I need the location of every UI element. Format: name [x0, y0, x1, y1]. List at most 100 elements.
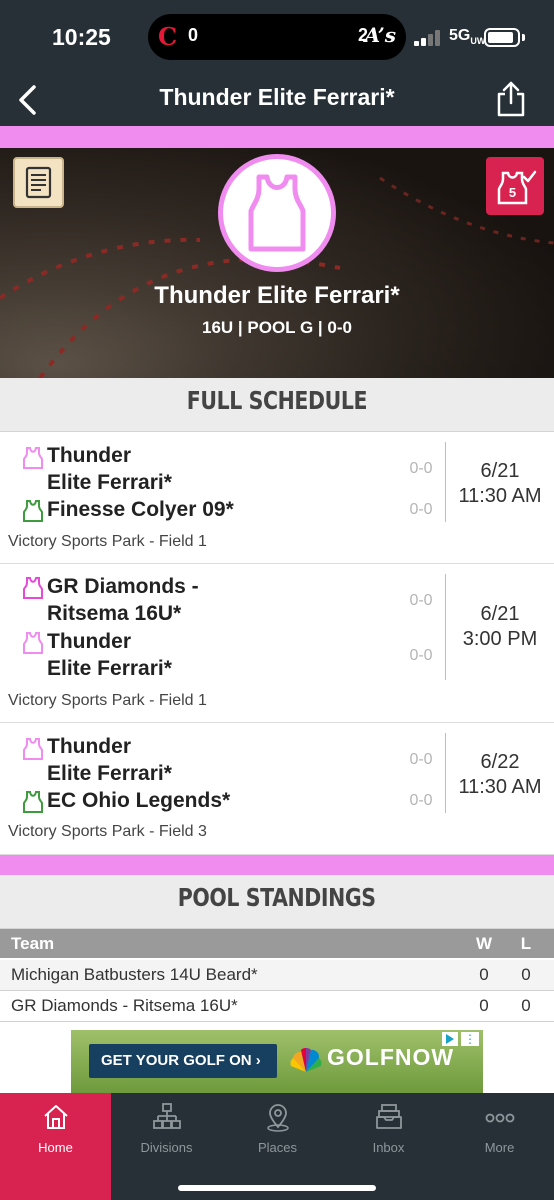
hero-team-details: 16U | POOL G | 0-0: [202, 318, 352, 337]
team-name[interactable]: Finesse Colyer 09*: [47, 496, 377, 523]
status-time: 10:25: [52, 24, 111, 50]
game-time: 3:00 PM: [462, 628, 538, 650]
places-icon: [267, 1104, 289, 1132]
team-badge-button[interactable]: 5: [486, 157, 544, 215]
game-venue[interactable]: Victory Sports Park - Field 3: [8, 823, 207, 841]
tab-divisions[interactable]: Divisions: [111, 1093, 222, 1200]
notes-button[interactable]: [13, 157, 64, 208]
battery-tip: [522, 34, 525, 41]
tab-label: Inbox: [372, 1140, 405, 1155]
notes-icon: [25, 166, 52, 199]
ad-banner[interactable]: GET YOUR GOLF ON › GOLFNOW ⋮: [71, 1030, 483, 1093]
inbox-icon: [376, 1104, 402, 1129]
game-card[interactable]: Thunder Elite Ferrari* 0-0 EC Ohio Legen…: [0, 723, 554, 855]
navigation-bar: Thunder Elite Ferrari*: [0, 76, 554, 126]
jersey-check-icon: 5: [497, 170, 537, 205]
team-name-line: Elite Ferrari*: [47, 657, 172, 680]
peacock-logo-icon: [290, 1047, 322, 1072]
team-score: 0-0: [409, 592, 433, 609]
ad-cta-button[interactable]: GET YOUR GOLF ON ›: [89, 1044, 277, 1078]
status-bar: 10:25 C 0 2 A’s 5GUW: [0, 0, 554, 76]
team-score: 0-0: [409, 501, 433, 518]
standings-heading: POOL STANDINGS: [178, 883, 376, 912]
team-name-line: Elite Ferrari*: [47, 762, 172, 785]
left-team-score: 0: [188, 25, 199, 45]
battery-icon: [484, 28, 520, 47]
tab-places[interactable]: Places: [222, 1093, 333, 1200]
athletics-logo-icon: A’s: [364, 23, 396, 47]
ad-menu-icon[interactable]: ⋮: [461, 1032, 479, 1046]
team-name[interactable]: GR Diamonds - Ritsema 16U*: [47, 573, 377, 627]
team-name-line: Thunder: [47, 630, 131, 653]
game-date: 6/22: [480, 751, 520, 773]
jersey-icon: [248, 174, 306, 252]
ad-area: GET YOUR GOLF ON › GOLFNOW ⋮: [0, 1022, 554, 1093]
schedule-header: FULL SCHEDULE: [0, 378, 554, 432]
column-wins: W: [475, 934, 493, 953]
tab-home[interactable]: Home: [0, 1093, 111, 1200]
column-losses: L: [520, 934, 532, 953]
team-name[interactable]: EC Ohio Legends*: [47, 787, 377, 814]
team-score: 0-0: [409, 647, 433, 664]
tab-more[interactable]: More: [444, 1093, 554, 1200]
standings-header: POOL STANDINGS: [0, 875, 554, 929]
team-name[interactable]: Thunder Elite Ferrari*: [47, 628, 377, 682]
standings-row[interactable]: Michigan Batbusters 14U Beard* 0 0: [0, 960, 554, 991]
tab-inbox[interactable]: Inbox: [333, 1093, 444, 1200]
team-jersey-icon: [23, 632, 43, 654]
team-hero-banner: 5 Thunder Elite Ferrari* 16U | POOL G | …: [0, 148, 554, 378]
ad-brand-name: GOLFNOW: [327, 1044, 455, 1070]
standings-losses: 0: [521, 965, 531, 984]
team-jersey-icon: [23, 738, 43, 760]
live-activity-island[interactable]: C 0 2 A’s: [148, 14, 406, 60]
team-name-line: Thunder: [47, 735, 131, 758]
team-score: 0-0: [409, 460, 433, 477]
home-indicator: [178, 1185, 376, 1191]
page-title: Thunder Elite Ferrari*: [159, 84, 395, 110]
team-name-line: EC Ohio Legends*: [47, 789, 231, 812]
ad-logo: GOLFNOW: [289, 1042, 471, 1078]
accent-stripe: [0, 126, 554, 148]
share-icon: [497, 81, 525, 117]
standings-wins: 0: [479, 965, 489, 984]
column-team: Team: [11, 934, 55, 953]
team-logo: [218, 154, 336, 272]
game-card[interactable]: GR Diamonds - Ritsema 16U* 0-0 Thunder E…: [0, 564, 554, 723]
game-date: 6/21: [480, 460, 520, 482]
tab-label: More: [484, 1140, 515, 1155]
standings-losses: 0: [521, 996, 531, 1015]
game-venue[interactable]: Victory Sports Park - Field 1: [8, 692, 207, 710]
divider: [445, 574, 446, 680]
standings-table-header: Team W L: [0, 929, 554, 958]
network-indicator: 5GUW: [449, 27, 485, 46]
team-jersey-icon: [23, 447, 43, 469]
team-score: 0-0: [409, 792, 433, 809]
guardians-logo-icon: C: [158, 22, 178, 51]
game-card[interactable]: Thunder Elite Ferrari* 0-0 Finesse Colye…: [0, 432, 554, 564]
team-name[interactable]: Thunder Elite Ferrari*: [47, 442, 377, 496]
team-score: 0-0: [409, 751, 433, 768]
game-time: 11:30 AM: [458, 485, 542, 507]
tab-label: Home: [38, 1140, 73, 1155]
divisions-icon: [153, 1103, 181, 1129]
team-name-line: Finesse Colyer 09*: [47, 498, 234, 521]
standings-team: Michigan Batbusters 14U Beard*: [11, 965, 258, 984]
tab-label: Places: [257, 1140, 298, 1155]
hero-team-name: Thunder Elite Ferrari*: [154, 282, 400, 309]
game-venue[interactable]: Victory Sports Park - Field 1: [8, 533, 207, 551]
ad-choices-icon[interactable]: [442, 1032, 458, 1046]
team-jersey-icon: [23, 500, 43, 522]
standings-row[interactable]: GR Diamonds - Ritsema 16U* 0 0: [0, 991, 554, 1022]
share-button[interactable]: [494, 80, 528, 118]
team-jersey-icon: [23, 577, 43, 599]
game-date: 6/21: [480, 603, 520, 625]
tab-label: Divisions: [140, 1140, 193, 1155]
team-jersey-icon: [23, 791, 43, 813]
team-name[interactable]: Thunder Elite Ferrari*: [47, 733, 377, 787]
network-label: 5G: [449, 27, 471, 44]
game-time: 11:30 AM: [458, 776, 542, 798]
badge-number: 5: [509, 185, 516, 200]
home-icon: [44, 1105, 68, 1129]
more-icon: [485, 1113, 515, 1123]
standings-team: GR Diamonds - Ritsema 16U*: [11, 996, 238, 1015]
